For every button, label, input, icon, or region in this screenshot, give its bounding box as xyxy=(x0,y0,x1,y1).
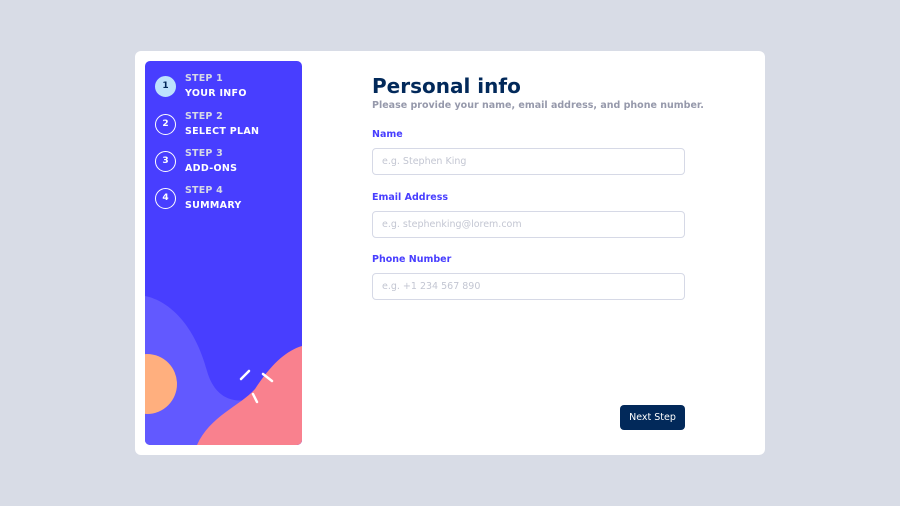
email-label: Email Address xyxy=(372,192,449,203)
step-kicker: STEP 2 xyxy=(185,110,223,122)
step-title: ADD-ONS xyxy=(185,162,238,174)
steps-sidebar: 1 STEP 1 YOUR INFO 2 STEP 2 SELECT PLAN … xyxy=(145,61,302,445)
phone-field[interactable] xyxy=(372,273,685,300)
step-number: 4 xyxy=(155,187,176,209)
step-4[interactable]: 4 STEP 4 SUMMARY xyxy=(155,183,242,213)
step-number: 1 xyxy=(155,75,176,97)
step-title: SELECT PLAN xyxy=(185,125,260,137)
next-step-button[interactable]: Next Step xyxy=(620,405,685,430)
name-field[interactable] xyxy=(372,148,685,175)
step-3[interactable]: 3 STEP 3 ADD-ONS xyxy=(155,146,237,176)
step-kicker: STEP 3 xyxy=(185,147,223,159)
email-field[interactable] xyxy=(372,211,685,238)
name-label: Name xyxy=(372,129,403,140)
step-2[interactable]: 2 STEP 2 SELECT PLAN xyxy=(155,109,259,139)
page-title: Personal info xyxy=(372,74,521,98)
personal-info-form: Personal info Please provide your name, … xyxy=(372,51,704,455)
page-subtitle: Please provide your name, email address,… xyxy=(372,100,704,111)
phone-label: Phone Number xyxy=(372,254,452,265)
form-card: 1 STEP 1 YOUR INFO 2 STEP 2 SELECT PLAN … xyxy=(135,51,765,455)
step-kicker: STEP 4 xyxy=(185,184,223,196)
step-1[interactable]: 1 STEP 1 YOUR INFO xyxy=(155,71,247,101)
step-title: SUMMARY xyxy=(185,199,242,211)
step-title: YOUR INFO xyxy=(185,87,247,99)
step-kicker: STEP 1 xyxy=(185,72,223,84)
step-number: 2 xyxy=(155,113,176,135)
step-number: 3 xyxy=(155,150,176,172)
